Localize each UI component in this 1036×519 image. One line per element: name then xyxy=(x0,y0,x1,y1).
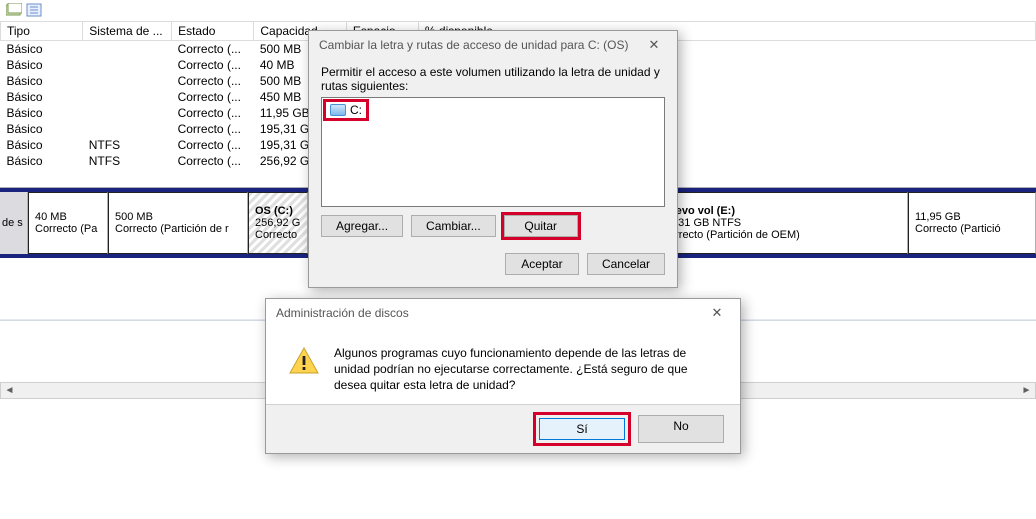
cell-sis xyxy=(83,89,172,105)
cell-tipo: Básico xyxy=(1,89,83,105)
add-button[interactable]: Agregar... xyxy=(321,215,403,237)
partition-size: 5,31 GB NTFS xyxy=(669,217,741,229)
col-sistema[interactable]: Sistema de ... xyxy=(83,22,172,41)
dialog-titlebar[interactable]: Cambiar la letra y rutas de acceso de un… xyxy=(309,31,677,59)
scroll-right-arrow[interactable]: ► xyxy=(1018,383,1035,398)
cell-tipo: Básico xyxy=(1,41,83,58)
dialog-instruction: Permitir el acceso a este volumen utiliz… xyxy=(321,65,665,93)
cell-sis xyxy=(83,57,172,73)
partition-size: 256,92 G xyxy=(255,217,301,229)
drive-icon xyxy=(330,104,346,116)
partition[interactable]: 500 MB Correcto (Partición de r xyxy=(108,192,248,254)
close-icon[interactable]: ✕ xyxy=(704,305,730,321)
partition[interactable]: 11,95 GB Correcto (Partició xyxy=(908,192,1036,254)
remove-button[interactable]: Quitar xyxy=(504,215,578,237)
cell-sis xyxy=(83,41,172,58)
cell-tipo: Básico xyxy=(1,105,83,121)
cell-est: Correcto (... xyxy=(172,41,254,58)
partition-size: 500 MB xyxy=(115,211,241,223)
cell-tipo: Básico xyxy=(1,137,83,153)
partition-title: uevo vol (E:) xyxy=(669,205,735,217)
disk-header-text: de s xyxy=(2,217,25,229)
disk-header[interactable]: de s xyxy=(0,192,28,254)
change-button[interactable]: Cambiar... xyxy=(411,215,496,237)
partition-size: 11,95 GB xyxy=(915,211,1029,223)
partition-status: Correcto (Partició xyxy=(915,223,1029,235)
cell-sis xyxy=(83,105,172,121)
col-estado[interactable]: Estado xyxy=(172,22,254,41)
partition-status: Correcto (Partición de r xyxy=(115,223,241,235)
view-icon[interactable] xyxy=(6,3,22,17)
cell-tipo: Básico xyxy=(1,121,83,137)
partition-status: Correcto xyxy=(255,229,301,241)
cell-est: Correcto (... xyxy=(172,73,254,89)
no-button[interactable]: No xyxy=(638,415,724,443)
cell-tipo: Básico xyxy=(1,153,83,169)
col-tipo[interactable]: Tipo xyxy=(1,22,83,41)
scroll-left-arrow[interactable]: ◄ xyxy=(1,383,18,398)
close-icon[interactable]: ✕ xyxy=(641,37,667,53)
warning-message: Algunos programas cuyo funcionamiento de… xyxy=(334,345,704,394)
cell-est: Correcto (... xyxy=(172,105,254,121)
cell-tipo: Básico xyxy=(1,73,83,89)
partition-status: orrecto (Partición de OEM) xyxy=(669,229,800,241)
ok-button[interactable]: Aceptar xyxy=(505,253,579,275)
partition-title: OS (C:) xyxy=(255,205,301,217)
drive-paths-listbox[interactable]: C: xyxy=(321,97,665,207)
drive-entry[interactable]: C: xyxy=(326,102,366,118)
warning-icon xyxy=(288,345,320,377)
dialog-title: Cambiar la letra y rutas de acceso de un… xyxy=(319,38,628,52)
partition-status: Correcto (Pa xyxy=(35,223,101,235)
cell-tipo: Básico xyxy=(1,57,83,73)
cell-est: Correcto (... xyxy=(172,89,254,105)
dialog-titlebar[interactable]: Administración de discos ✕ xyxy=(266,299,740,327)
cell-est: Correcto (... xyxy=(172,57,254,73)
cell-sis xyxy=(83,121,172,137)
partition-selected[interactable]: OS (C:) 256,92 G Correcto xyxy=(248,192,308,254)
dialog-title: Administración de discos xyxy=(276,306,409,320)
cell-sis xyxy=(83,73,172,89)
cell-sis: NTFS xyxy=(83,153,172,169)
cell-est: Correcto (... xyxy=(172,121,254,137)
toolbar xyxy=(0,0,1036,20)
cell-sis: NTFS xyxy=(83,137,172,153)
partition-size: 40 MB xyxy=(35,211,101,223)
change-drive-letter-dialog: Cambiar la letra y rutas de acceso de un… xyxy=(308,30,678,288)
confirm-dialog: Administración de discos ✕ Algunos progr… xyxy=(265,298,741,454)
refresh-icon[interactable] xyxy=(26,3,42,17)
yes-button[interactable]: Sí xyxy=(539,418,625,440)
cancel-button[interactable]: Cancelar xyxy=(587,253,665,275)
cell-est: Correcto (... xyxy=(172,153,254,169)
cell-est: Correcto (... xyxy=(172,137,254,153)
partition[interactable]: 40 MB Correcto (Pa xyxy=(28,192,108,254)
drive-letter-label: C: xyxy=(350,103,362,117)
